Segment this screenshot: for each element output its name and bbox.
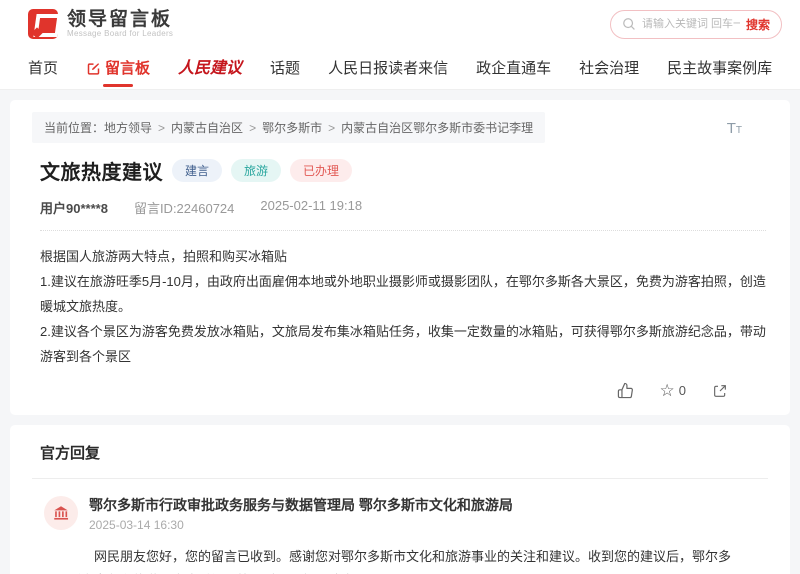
message-line: 2.建议各个景区为游客免费发放冰箱贴，文旅局发布集冰箱贴任务，收集一定数量的冰箱… xyxy=(40,324,766,364)
nav-item-reader-letters[interactable]: 人民日报读者来信 xyxy=(314,48,462,90)
thumbs-up-icon xyxy=(617,382,633,399)
tag-tourism: 旅游 xyxy=(231,159,282,182)
breadcrumb-item-leader[interactable]: 内蒙古自治区鄂尔多斯市委书记李理 xyxy=(341,121,533,135)
favorite-count: 0 xyxy=(678,383,686,398)
breadcrumb-item-local-leaders[interactable]: 地方领导 xyxy=(104,121,152,135)
message-user: 用户90****8 xyxy=(40,201,108,216)
search-box[interactable]: 搜索 xyxy=(610,9,782,39)
main-nav: 首页 留言板 人民建议 话题 人民日报读者来信 政企直通车 社会治理 民主故事案… xyxy=(0,48,800,90)
share-icon xyxy=(714,384,726,397)
search-icon xyxy=(623,18,635,30)
government-building-icon xyxy=(54,506,69,520)
site-logo[interactable]: 领导留言板 Message Board for Leaders xyxy=(28,9,173,39)
agency-name: 鄂尔多斯市行政审批政务服务与数据管理局 鄂尔多斯市文化和旅游局 xyxy=(89,497,513,513)
breadcrumb-separator: > xyxy=(249,121,257,135)
search-button[interactable]: 搜索 xyxy=(746,16,770,33)
message-datetime: 2025-02-11 19:18 xyxy=(260,198,363,213)
logo-text: 领导留言板 Message Board for Leaders xyxy=(67,8,174,39)
divider xyxy=(32,478,768,479)
nav-item-message-board[interactable]: 留言板 xyxy=(72,48,164,90)
reply-header: 鄂尔多斯市行政审批政务服务与数据管理局 鄂尔多斯市文化和旅游局 2025-03-… xyxy=(44,496,768,532)
message-title: 文旅热度建议 xyxy=(40,162,163,184)
reply-section-title: 官方回复 xyxy=(40,445,101,462)
logo-title: 领导留言板 xyxy=(67,8,173,30)
breadcrumb-separator: > xyxy=(328,121,336,135)
favorite-button[interactable]: ☆ 0 xyxy=(660,382,686,399)
reply-paragraph: 网民朋友您好，您的留言已收到。感谢您对鄂尔多斯市文化和旅游事业的关注和建议。收到… xyxy=(68,549,732,574)
nav-item-social-governance[interactable]: 社会治理 xyxy=(565,48,653,90)
logo-speech-bubble-icon xyxy=(28,9,58,39)
reply-datetime: 2025-03-14 16:30 xyxy=(89,518,184,533)
message-line: 1.建议在旅游旺季5月-10月，由政府出面雇佣本地或外地职业摄影师或摄影团队，在… xyxy=(40,274,766,314)
search-input[interactable] xyxy=(642,18,740,30)
edit-pen-icon xyxy=(87,63,100,75)
star-icon: ☆ xyxy=(659,381,675,400)
breadcrumb-item-region[interactable]: 内蒙古自治区 xyxy=(171,121,243,135)
nav-item-home[interactable]: 首页 xyxy=(14,48,72,90)
top-bar: 领导留言板 Message Board for Leaders 搜索 xyxy=(0,0,800,48)
message-body: 根据国人旅游两大特点，拍照和购买冰箱贴 1.建议在旅游旺季5月-10月，由政府出… xyxy=(40,244,768,369)
message-id: 留言ID:22460724 xyxy=(133,201,235,216)
breadcrumb: 当前位置：地方领导 > 内蒙古自治区 > 鄂尔多斯市 > 内蒙古自治区鄂尔多斯市委书记李理 xyxy=(32,112,546,143)
nav-item-democracy-cases[interactable]: 民主故事案例库 xyxy=(653,48,786,90)
nav-item-topics[interactable]: 话题 xyxy=(256,48,314,90)
nav-item-people-suggestions[interactable]: 人民建议 xyxy=(164,48,256,90)
tag-suggestion: 建言 xyxy=(172,159,223,182)
breadcrumb-separator: > xyxy=(158,121,166,135)
tag-status-handled: 已办理 xyxy=(290,159,353,182)
agency-avatar xyxy=(44,496,78,530)
reply-body: 网民朋友您好，您的留言已收到。感谢您对鄂尔多斯市文化和旅游事业的关注和建议。收到… xyxy=(68,545,742,574)
message-actions: ☆ 0 xyxy=(32,369,768,405)
message-card: 当前位置：地方领导 > 内蒙古自治区 > 鄂尔多斯市 > 内蒙古自治区鄂尔多斯市委书记李理 … xyxy=(10,100,790,415)
logo-subtitle: Message Board for Leaders xyxy=(67,29,174,39)
message-line: 根据国人旅游两大特点，拍照和购买冰箱贴 xyxy=(40,249,288,264)
font-size-toggle[interactable]: TT xyxy=(727,120,742,137)
like-button[interactable] xyxy=(617,382,634,399)
breadcrumb-prefix: 当前位置： xyxy=(44,121,105,135)
share-button[interactable] xyxy=(712,383,728,399)
nav-item-gov-enterprise[interactable]: 政企直通车 xyxy=(462,48,565,90)
breadcrumb-item-city[interactable]: 鄂尔多斯市 xyxy=(262,121,322,135)
nav-item-serve-masses[interactable]: 凝聚服务群众 xyxy=(786,48,800,90)
official-reply-card: 官方回复 鄂尔多斯市行政审批政务服务与数据管理局 鄂尔多斯市文化和旅游局 202… xyxy=(10,425,790,574)
